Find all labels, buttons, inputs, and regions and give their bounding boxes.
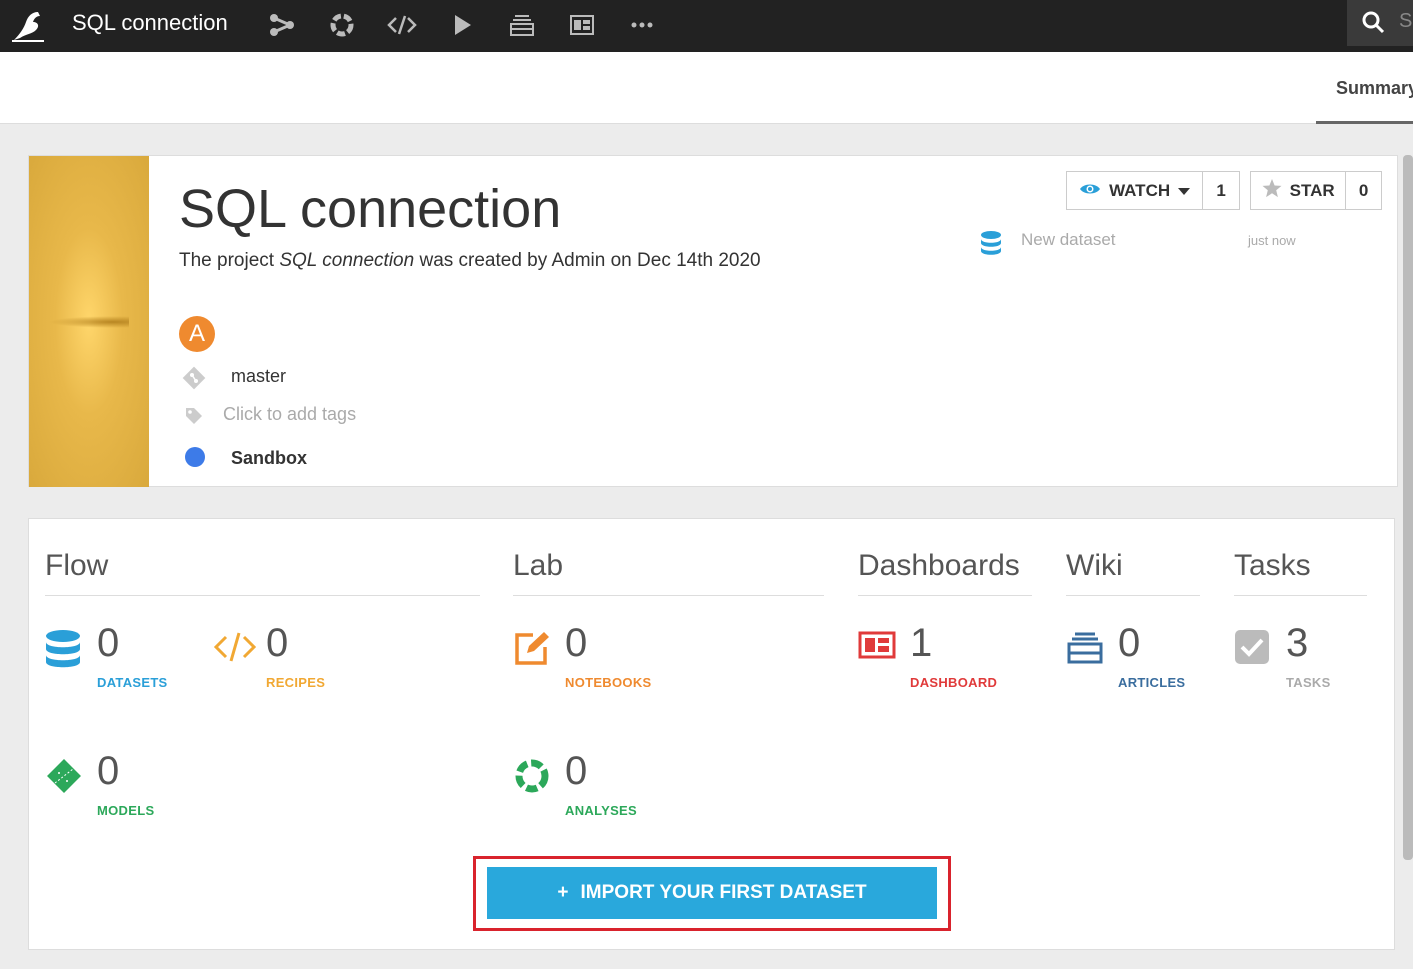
analyses-icon — [513, 757, 551, 795]
project-banner[interactable] — [29, 156, 149, 487]
watch-button-group: WATCH 1 — [1066, 171, 1240, 210]
section-flow-title[interactable]: Flow — [45, 549, 108, 583]
star-icon — [1262, 178, 1282, 203]
desc-project-name: SQL connection — [279, 250, 415, 271]
star-count[interactable]: 0 — [1346, 172, 1381, 209]
dashboard-count: 1 — [910, 621, 933, 665]
project-header-card: SQL connection The project SQL connectio… — [28, 155, 1398, 487]
branch-name[interactable]: master — [231, 366, 286, 387]
eye-icon — [1079, 181, 1101, 201]
analyses-label: ANALYSES — [565, 803, 637, 818]
section-divider — [1234, 595, 1367, 596]
datasets-label: DATASETS — [97, 675, 168, 690]
section-lab-title[interactable]: Lab — [513, 549, 563, 583]
search-placeholder: Se — [1399, 10, 1413, 32]
add-tags-link[interactable]: Click to add tags — [223, 404, 356, 425]
desc-prefix: The project — [179, 250, 280, 271]
wiki-icon — [1066, 629, 1104, 667]
star-button[interactable]: STAR — [1251, 172, 1347, 209]
wiki-icon[interactable] — [507, 10, 537, 40]
watch-button[interactable]: WATCH — [1067, 172, 1204, 209]
import-dataset-button[interactable]: + IMPORT YOUR FIRST DATASET — [487, 867, 937, 919]
dataiku-logo-icon[interactable] — [10, 8, 46, 42]
watch-label: WATCH — [1109, 180, 1171, 200]
analyses-count: 0 — [565, 749, 588, 793]
watch-count[interactable]: 1 — [1203, 172, 1239, 209]
plus-icon: + — [557, 882, 569, 903]
section-dashboards-title[interactable]: Dashboards — [858, 549, 1020, 583]
database-icon — [45, 629, 83, 668]
datasets-count: 0 — [97, 621, 120, 665]
project-status[interactable]: Sandbox — [231, 448, 307, 469]
status-dot — [185, 447, 205, 467]
recipes-count: 0 — [266, 621, 289, 665]
notebooks-count: 0 — [565, 621, 588, 665]
project-subnav: Summary — [0, 52, 1413, 124]
star-button-group: STAR 0 — [1250, 171, 1382, 210]
checkbox-icon — [1234, 629, 1272, 667]
dashboard-icon[interactable] — [567, 10, 597, 40]
section-divider — [1066, 595, 1200, 596]
top-navbar: SQL connection Se — [0, 0, 1413, 52]
project-description: The project SQL connection was created b… — [179, 250, 761, 272]
database-icon — [980, 230, 1002, 261]
code-icon — [213, 629, 257, 667]
search-icon — [1361, 10, 1385, 39]
tasks-count: 3 — [1286, 621, 1309, 665]
dashboard-icon — [858, 629, 896, 667]
project-name: SQL connection — [179, 179, 562, 239]
section-divider — [513, 595, 824, 596]
notebooks-label: NOTEBOOKS — [565, 675, 652, 690]
project-title[interactable]: SQL connection — [72, 9, 228, 37]
section-divider — [45, 595, 480, 596]
section-wiki-title[interactable]: Wiki — [1066, 549, 1123, 583]
recipes-label: RECIPES — [266, 675, 326, 690]
analyses-icon[interactable] — [327, 10, 357, 40]
tab-summary[interactable]: Summary — [1316, 52, 1413, 124]
scrollbar[interactable] — [1403, 155, 1413, 860]
activity-timestamp: just now — [1248, 233, 1296, 248]
import-dataset-label: IMPORT YOUR FIRST DATASET — [580, 882, 867, 903]
articles-count: 0 — [1118, 621, 1141, 665]
caret-down-icon — [1178, 181, 1191, 201]
run-icon[interactable] — [447, 10, 477, 40]
tasks-label: TASKS — [1286, 675, 1331, 690]
articles-label: ARTICLES — [1118, 675, 1186, 690]
desc-suffix: was created by Admin on Dec 14th 2020 — [414, 250, 761, 271]
project-stats-card: Flow Lab Dashboards Wiki Tasks 0 DATASET… — [28, 518, 1395, 950]
model-icon — [45, 757, 83, 795]
section-tasks-title[interactable]: Tasks — [1234, 549, 1311, 583]
models-label: MODELS — [97, 803, 155, 818]
more-icon[interactable] — [627, 10, 657, 40]
star-label: STAR — [1289, 180, 1335, 200]
models-count: 0 — [97, 749, 120, 793]
flow-icon[interactable] — [267, 10, 297, 40]
section-divider — [858, 595, 1032, 596]
avatar[interactable]: A — [179, 316, 215, 352]
notebook-icon — [513, 629, 551, 667]
search-input[interactable]: Se — [1347, 0, 1413, 46]
dashboard-label: DASHBOARD — [910, 675, 998, 690]
tag-icon — [184, 406, 204, 431]
code-icon[interactable] — [387, 10, 417, 40]
banner-highlight — [49, 316, 129, 328]
activity-item[interactable]: New dataset — [1021, 230, 1116, 250]
git-branch-icon — [182, 366, 206, 395]
